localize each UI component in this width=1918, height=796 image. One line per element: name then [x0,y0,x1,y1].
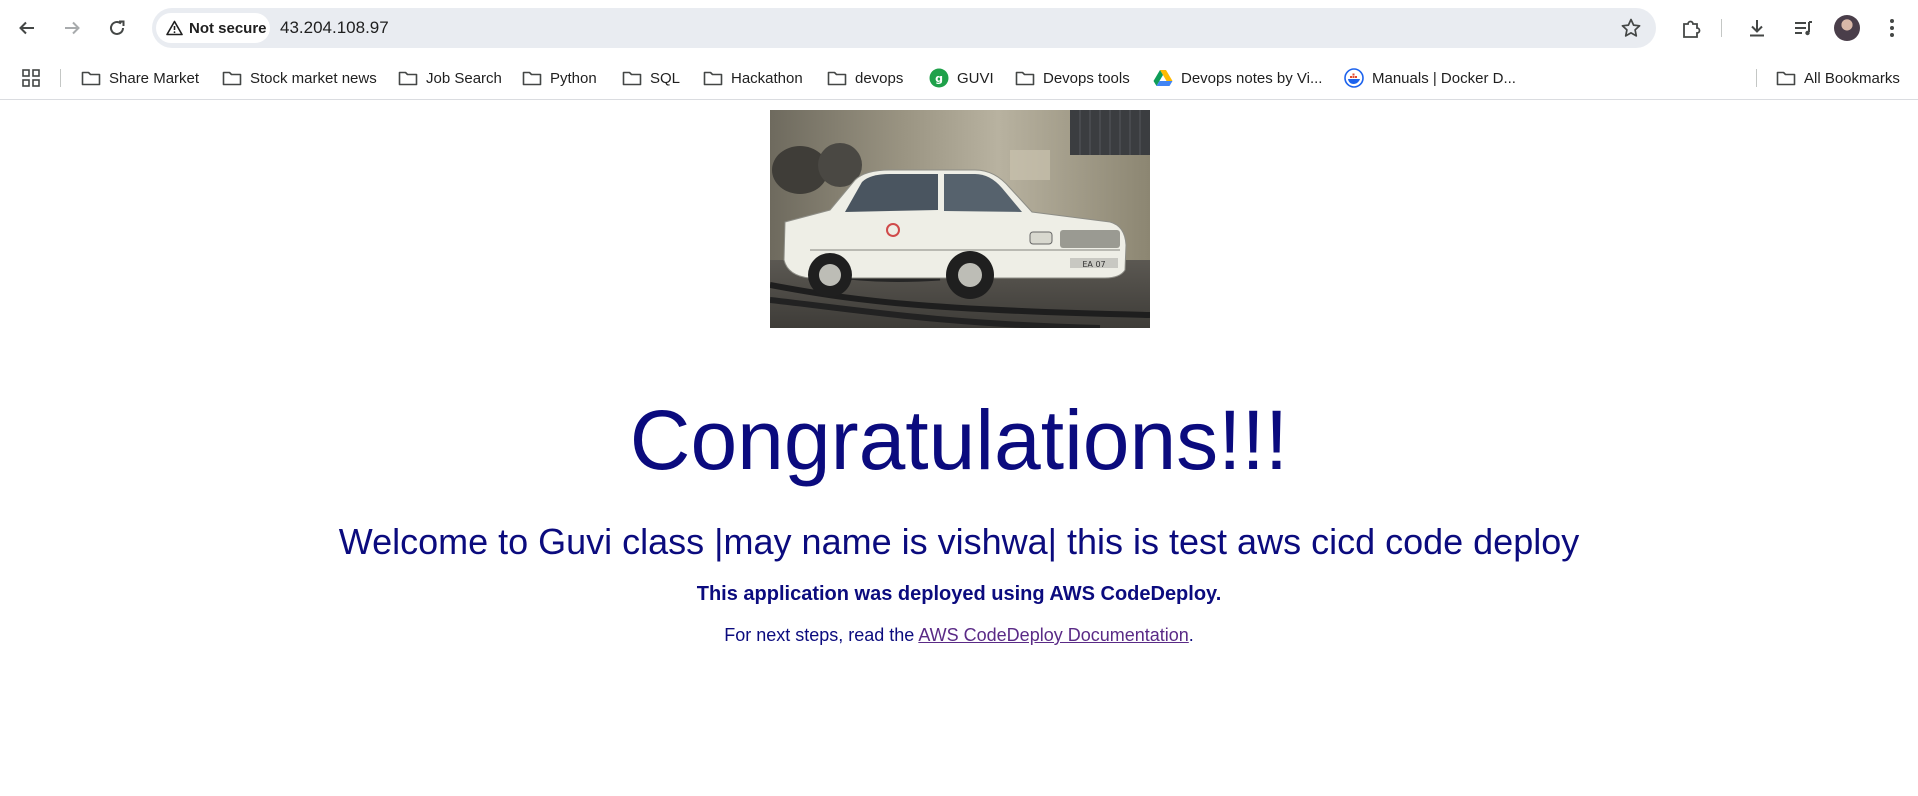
puzzle-icon [1683,20,1701,38]
folder-icon [703,71,723,86]
next-steps-line: For next steps, read the AWS CodeDeploy … [0,622,1918,648]
forward-button[interactable] [56,12,88,44]
next-steps-suffix: . [1188,625,1194,645]
all-bookmarks-button[interactable]: All Bookmarks [1776,56,1900,100]
apps-button[interactable] [22,56,40,100]
bookmark-stock-market-news[interactable]: Stock market news [222,56,377,100]
bookmark-label: Stock market news [250,69,377,87]
warning-triangle-icon [166,20,183,36]
bookmark-label: Manuals | Docker D... [1372,69,1516,87]
bookmark-label: devops [855,69,904,87]
folder-icon [222,71,242,86]
bookmark-devops-notes[interactable]: Devops notes by Vi... [1153,56,1322,100]
bookmark-label: Devops notes by Vi... [1181,69,1323,87]
bookmark-label: Hackathon [731,69,803,87]
security-label: Not secure [189,19,267,37]
bookmark-label: Job Search [426,69,502,87]
bookmark-label: SQL [650,69,681,87]
folder-icon [522,71,542,86]
next-steps-prefix: For next steps, read the [724,625,919,645]
folder-icon [827,71,847,86]
media-button[interactable] [1787,12,1819,44]
folder-icon [622,71,642,86]
folder-icon [398,71,418,86]
all-bookmarks-label: All Bookmarks [1804,69,1900,87]
extensions-button[interactable] [1675,12,1707,44]
bookmark-docker-manuals[interactable]: Manuals | Docker D... [1344,56,1516,100]
menu-button[interactable] [1876,12,1908,44]
svg-text:EA 07: EA 07 [1082,260,1105,269]
folder-icon [1015,71,1035,86]
bookmark-sql[interactable]: SQL [622,56,680,100]
folder-icon [1776,71,1796,86]
toolbar-separator [1721,19,1722,37]
car-photo: EA 07 [770,110,1150,328]
reload-button[interactable] [101,12,133,44]
bookmarks-separator [1756,69,1757,87]
profile-avatar[interactable] [1834,15,1860,41]
downloads-button[interactable] [1741,12,1773,44]
web-page-content: EA 07 Congratulations!!! Welcome to Guvi… [0,100,1918,796]
apps-grid-icon [22,69,40,87]
svg-text:g: g [935,72,943,85]
back-button[interactable] [11,12,43,44]
back-arrow-icon [19,21,34,35]
guvi-logo-icon: g [929,68,949,88]
welcome-message: Welcome to Guvi class |may name is vishw… [338,521,1580,562]
bookmark-job-search[interactable]: Job Search [398,56,502,100]
reload-icon [110,20,125,35]
bookmarks-bar: Share Market Stock market news Job Searc… [0,56,1918,100]
docker-icon [1344,68,1364,88]
kebab-menu-icon [1890,19,1894,37]
bookmark-label: Devops tools [1043,69,1130,87]
bookmark-guvi[interactable]: g GUVI [929,56,994,100]
codedeploy-docs-link[interactable]: AWS CodeDeploy Documentation [918,625,1188,645]
address-bar[interactable]: Not secure 43.204.108.97 [152,8,1656,48]
bookmark-label: Share Market [109,69,200,87]
browser-toolbar: Not secure 43.204.108.97 [0,0,1918,56]
bookmarks-separator [60,69,61,87]
download-icon [1750,20,1764,37]
bookmark-hackathon[interactable]: Hackathon [703,56,803,100]
bookmark-devops[interactable]: devops [827,56,903,100]
url-text[interactable]: 43.204.108.97 [280,8,389,48]
playlist-icon [1795,21,1812,36]
deployment-message: This application was deployed using AWS … [0,580,1918,608]
bookmark-label: Python [550,69,597,87]
folder-icon [81,71,101,86]
page-headline: Congratulations!!! [629,393,1289,487]
forward-arrow-icon [65,21,80,35]
bookmark-star-icon[interactable] [1620,17,1642,39]
bookmark-label: GUVI [957,69,994,87]
google-drive-icon [1153,70,1173,86]
bookmark-python[interactable]: Python [522,56,597,100]
security-chip[interactable]: Not secure [156,13,270,43]
bookmark-share-market[interactable]: Share Market [81,56,199,100]
bookmark-devops-tools[interactable]: Devops tools [1015,56,1130,100]
deployment-text: This application was deployed using AWS … [696,583,1222,605]
